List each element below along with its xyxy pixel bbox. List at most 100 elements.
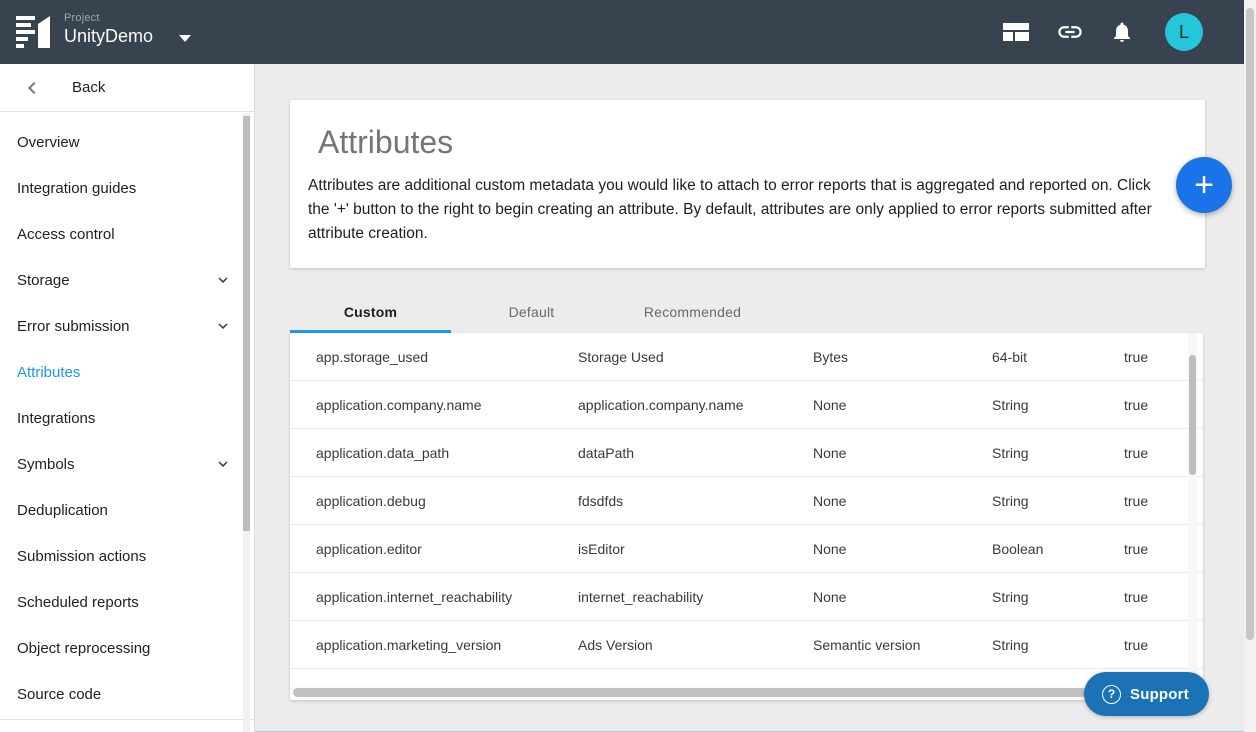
app-window: Project UnityDemo L Back xyxy=(0,0,1256,732)
cell-type: String xyxy=(992,397,1124,413)
chevron-down-icon xyxy=(214,455,232,473)
table-horizontal-scrollbar[interactable] xyxy=(290,686,1203,700)
sidebar-divider xyxy=(0,719,254,720)
sidebar-item-label: Source code xyxy=(17,686,101,703)
sidebar-item-label: Deduplication xyxy=(17,502,108,519)
sidebar: Back Overview Integration guides xyxy=(0,64,255,732)
cell-format: None xyxy=(813,541,992,557)
cell-type: 64-bit xyxy=(992,349,1124,365)
project-label: Project xyxy=(64,12,191,24)
caret-down-icon xyxy=(179,35,191,42)
table-row[interactable]: application.internet_reachability intern… xyxy=(290,573,1203,621)
plus-icon: + xyxy=(1194,166,1214,205)
sidebar-item[interactable]: Object reprocessing xyxy=(0,625,254,671)
sidebar-item[interactable]: Storage xyxy=(0,257,254,303)
cell-attribute-name: application.debug xyxy=(290,493,578,509)
sidebar-item-label: Symbols xyxy=(17,456,75,473)
table-horizontal-scrollbar-thumb[interactable] xyxy=(293,688,1186,697)
backtrace-logo-icon[interactable] xyxy=(16,15,52,49)
sidebar-item-label: Access control xyxy=(17,226,115,243)
cell-attribute-name: app.storage_used xyxy=(290,349,578,365)
cell-attribute-name: application.internet_reachability xyxy=(290,589,578,605)
page-title: Attributes xyxy=(318,124,1205,161)
table-row[interactable]: application.debug fdsdfds None String tr… xyxy=(290,477,1203,525)
sidebar-item-label: Integrations xyxy=(17,410,95,427)
sidebar-item-label: Error submission xyxy=(17,318,130,335)
sidebar-item[interactable]: Deduplication xyxy=(0,487,254,533)
sidebar-scrollbar-thumb[interactable] xyxy=(243,116,250,531)
sidebar-item-label: Submission actions xyxy=(17,548,146,565)
cell-label: internet_reachability xyxy=(578,589,813,605)
table-vertical-scrollbar[interactable] xyxy=(1188,333,1197,700)
table-row[interactable]: application.data_path dataPath None Stri… xyxy=(290,429,1203,477)
sidebar-item[interactable]: Integrations xyxy=(0,395,254,441)
top-bar: Project UnityDemo L xyxy=(0,0,1244,64)
user-avatar[interactable]: L xyxy=(1165,13,1203,51)
tab-label: Recommended xyxy=(644,304,741,320)
page-description: Attributes are additional custom metadat… xyxy=(308,174,1156,246)
attributes-table: app.storage_used Storage Used Bytes 64-b… xyxy=(290,333,1203,700)
cell-label: dataPath xyxy=(578,445,813,461)
help-icon: ? xyxy=(1102,685,1121,704)
cell-format: Bytes xyxy=(813,349,992,365)
table-row[interactable]: app.storage_used Storage Used Bytes 64-b… xyxy=(290,333,1203,381)
cell-attribute-name: application.editor xyxy=(290,541,578,557)
table-row[interactable]: application.company.name application.com… xyxy=(290,381,1203,429)
tab[interactable]: Custom xyxy=(290,290,451,333)
sidebar-item[interactable]: Error submission xyxy=(0,303,254,349)
sidebar-item-label: Scheduled reports xyxy=(17,594,139,611)
sidebar-item[interactable]: Symbols xyxy=(0,441,254,487)
cell-label: isEditor xyxy=(578,541,813,557)
sidebar-item-label: Storage xyxy=(17,272,70,289)
sidebar-item[interactable]: Scheduled reports xyxy=(0,579,254,625)
attributes-header-card: Attributes Attributes are additional cus… xyxy=(290,100,1205,268)
sidebar-item-label: Integration guides xyxy=(17,180,136,197)
sidebar-item-label: Object reprocessing xyxy=(17,640,150,657)
sidebar-item[interactable]: Submission actions xyxy=(0,533,254,579)
sidebar-item[interactable]: Attributes xyxy=(0,349,254,395)
cell-type: String xyxy=(992,493,1124,509)
tab[interactable]: Recommended xyxy=(612,290,773,333)
back-label: Back xyxy=(72,79,105,96)
sidebar-scrollbar[interactable] xyxy=(243,113,250,732)
sidebar-item[interactable]: Integration guides xyxy=(0,165,254,211)
back-button[interactable]: Back xyxy=(0,64,254,112)
support-label: Support xyxy=(1130,686,1189,703)
chevron-left-icon xyxy=(20,76,44,100)
chevron-down-icon xyxy=(214,271,232,289)
cell-format: None xyxy=(813,397,992,413)
tab-label: Default xyxy=(509,304,555,320)
cell-label: application.company.name xyxy=(578,397,813,413)
sidebar-item[interactable]: Source code xyxy=(0,671,254,717)
cell-type: String xyxy=(992,445,1124,461)
cell-label: fdsdfds xyxy=(578,493,813,509)
page-scrollbar[interactable] xyxy=(1244,0,1256,732)
project-switcher[interactable]: Project UnityDemo xyxy=(64,12,191,47)
cell-type: String xyxy=(992,589,1124,605)
attribute-tabs: Custom Default Recommended xyxy=(290,290,773,333)
dashboard-icon[interactable] xyxy=(996,0,1036,64)
sidebar-item[interactable]: Access control xyxy=(0,211,254,257)
tab[interactable]: Default xyxy=(451,290,612,333)
add-attribute-button[interactable]: + xyxy=(1176,157,1232,213)
tab-label: Custom xyxy=(344,304,397,320)
link-icon[interactable] xyxy=(1050,0,1090,64)
cell-attribute-name: application.marketing_version xyxy=(290,637,578,653)
table-vertical-scrollbar-thumb[interactable] xyxy=(1189,355,1196,475)
cell-format: None xyxy=(813,445,992,461)
cell-attribute-name: application.company.name xyxy=(290,397,578,413)
cell-label: Storage Used xyxy=(578,349,813,365)
sidebar-nav: Overview Integration guides Access contr… xyxy=(0,112,254,717)
cell-type: String xyxy=(992,637,1124,653)
page-scrollbar-thumb[interactable] xyxy=(1246,8,1254,640)
sidebar-item[interactable]: Overview xyxy=(0,119,254,165)
cell-type: Boolean xyxy=(992,541,1124,557)
cell-label: Ads Version xyxy=(578,637,813,653)
avatar-initial: L xyxy=(1179,22,1189,43)
table-row[interactable]: application.editor isEditor None Boolean… xyxy=(290,525,1203,573)
support-button[interactable]: ? Support xyxy=(1084,672,1209,716)
table-row[interactable]: application.marketing_version Ads Versio… xyxy=(290,621,1203,669)
cell-attribute-name: application.data_path xyxy=(290,445,578,461)
bell-icon[interactable] xyxy=(1102,0,1142,64)
sidebar-item-label: Attributes xyxy=(17,364,80,381)
